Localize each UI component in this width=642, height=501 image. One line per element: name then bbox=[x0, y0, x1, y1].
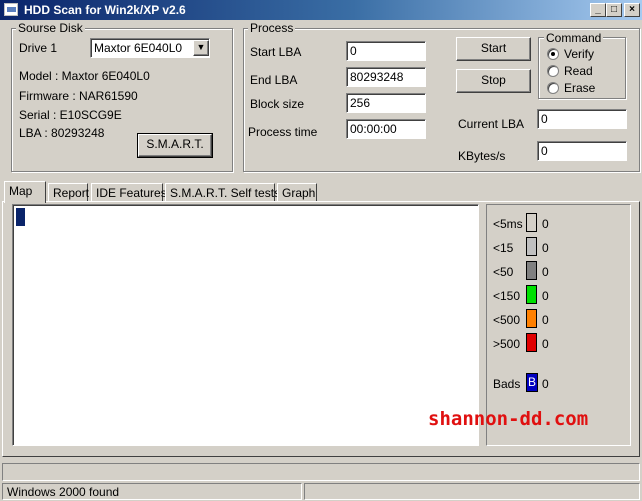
bads-count: 0 bbox=[542, 377, 549, 391]
read-label[interactable]: Read bbox=[564, 64, 593, 78]
legend-label-500: <500 bbox=[493, 313, 521, 327]
legend-swatch-50 bbox=[526, 261, 537, 280]
legend-count-15: 0 bbox=[542, 241, 549, 255]
drive-label: Drive 1 bbox=[19, 41, 58, 55]
status-panel-main: Windows 2000 found bbox=[2, 483, 302, 500]
legend-count-5ms: 0 bbox=[542, 217, 549, 231]
process-time-label: Process time bbox=[248, 125, 318, 139]
end-lba-label: End LBA bbox=[250, 73, 298, 87]
current-lba-field: 0 bbox=[537, 109, 627, 129]
map-block-cursor bbox=[16, 208, 25, 226]
start-lba-input[interactable]: 0 bbox=[346, 41, 426, 61]
process-time-field: 00:00:00 bbox=[346, 119, 426, 139]
legend-count-150: 0 bbox=[542, 289, 549, 303]
lba-text: LBA : 80293248 bbox=[19, 126, 105, 140]
block-size-label: Block size bbox=[250, 97, 305, 111]
stop-button[interactable]: Stop bbox=[456, 69, 531, 93]
legend-swatch-over-500 bbox=[526, 333, 537, 352]
end-lba-input[interactable]: 80293248 bbox=[346, 67, 426, 87]
legend-label-150: <150 bbox=[493, 289, 521, 303]
chevron-down-icon[interactable]: ▼ bbox=[193, 40, 209, 56]
current-lba-label: Current LBA bbox=[458, 117, 525, 131]
map-area[interactable] bbox=[12, 204, 479, 446]
legend-count-over-500: 0 bbox=[542, 337, 549, 351]
legend-swatch-15 bbox=[526, 237, 537, 256]
start-lba-label: Start LBA bbox=[250, 45, 302, 59]
kbytes-field: 0 bbox=[537, 141, 627, 161]
status-panel-secondary bbox=[304, 483, 640, 500]
maximize-button[interactable]: □ bbox=[606, 3, 622, 17]
drive-select[interactable]: Maxtor 6E040L0 bbox=[90, 38, 210, 58]
start-button[interactable]: Start bbox=[456, 37, 531, 61]
legend-swatch-500 bbox=[526, 309, 537, 328]
source-disk-legend: Sourse Disk bbox=[16, 21, 85, 35]
legend-count-500: 0 bbox=[542, 313, 549, 327]
tab-report[interactable]: Report bbox=[48, 183, 89, 202]
title-bar[interactable]: HDD Scan for Win2k/XP v2.6 _ □ × bbox=[0, 0, 642, 20]
tab-smart-self-tests[interactable]: S.M.A.R.T. Self tests bbox=[165, 183, 280, 202]
tab-graph[interactable]: Graph bbox=[277, 183, 317, 202]
watermark-text: shannon-dd.com bbox=[428, 408, 589, 430]
legend-swatch-150 bbox=[526, 285, 537, 304]
drive-select-value: Maxtor 6E040L0 bbox=[94, 41, 183, 55]
read-radio[interactable] bbox=[547, 65, 559, 77]
serial-text: Serial : E10SCG9E bbox=[19, 108, 122, 122]
erase-label[interactable]: Erase bbox=[564, 81, 595, 95]
kbytes-label: KBytes/s bbox=[458, 149, 506, 163]
legend-label-15: <15 bbox=[493, 241, 514, 255]
legend-label-50: <50 bbox=[493, 265, 514, 279]
command-legend: Command bbox=[544, 31, 604, 45]
erase-radio[interactable] bbox=[547, 82, 559, 94]
minimize-button[interactable]: _ bbox=[590, 3, 606, 17]
verify-label[interactable]: Verify bbox=[564, 47, 594, 61]
model-text: Model : Maxtor 6E040L0 bbox=[19, 69, 150, 83]
tab-map[interactable]: Map bbox=[4, 181, 46, 203]
legend-label-over-500: >500 bbox=[493, 337, 521, 351]
bads-label: Bads bbox=[493, 377, 521, 391]
legend-count-50: 0 bbox=[542, 265, 549, 279]
bads-swatch: B bbox=[526, 373, 538, 392]
legend-swatch-5ms bbox=[526, 213, 537, 232]
window-title: HDD Scan for Win2k/XP v2.6 bbox=[24, 3, 186, 17]
verify-radio[interactable] bbox=[547, 48, 559, 60]
status-message: Windows 2000 found bbox=[7, 485, 120, 499]
app-icon bbox=[4, 3, 18, 16]
close-button[interactable]: × bbox=[624, 3, 640, 17]
process-legend: Process bbox=[248, 21, 296, 35]
firmware-text: Firmware : NAR61590 bbox=[19, 89, 138, 103]
smart-button[interactable]: S.M.A.R.T. bbox=[137, 133, 213, 158]
block-size-input[interactable]: 256 bbox=[346, 93, 426, 113]
legend-label-5ms: <5ms bbox=[493, 217, 523, 231]
progress-bar bbox=[2, 463, 640, 481]
tab-ide-features[interactable]: IDE Features bbox=[91, 183, 167, 202]
